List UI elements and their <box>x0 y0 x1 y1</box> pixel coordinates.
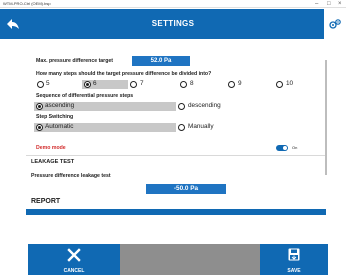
cancel-label: CANCEL <box>63 268 85 274</box>
header-bar: SETTINGS <box>0 9 346 39</box>
target-pressure-label: Max. pressure difference target <box>36 58 113 64</box>
app-window: WTM-PRO-Ctrl (OEM).bsp – □ × SETTINGS Ma… <box>0 0 346 275</box>
sequence-radio-ascending[interactable] <box>36 103 43 110</box>
demo-mode-label: Demo mode <box>36 145 66 151</box>
settings-gears-icon <box>329 19 341 29</box>
steps-radio-8[interactable] <box>180 81 187 88</box>
leakage-pressure-value[interactable]: -50.0 Pa <box>146 184 226 194</box>
steps-radio-10[interactable] <box>276 81 283 88</box>
save-label: SAVE <box>287 268 301 274</box>
steps-option-5: 5 <box>46 80 50 87</box>
steps-question: How many steps should the target pressur… <box>36 71 212 77</box>
divider <box>26 155 326 156</box>
settings-content: Max. pressure difference target 52.0 Pa … <box>26 47 326 216</box>
settings-button[interactable] <box>324 9 346 39</box>
switching-option-automatic: Automatic <box>45 123 74 130</box>
sequence-option-descending: descending <box>188 102 221 109</box>
steps-radio-9[interactable] <box>228 81 235 88</box>
page-title: SETTINGS <box>151 19 195 28</box>
close-window-button[interactable]: × <box>338 0 342 8</box>
sequence-radio-descending[interactable] <box>178 103 185 110</box>
window-titlebar: WTM-PRO-Ctrl (OEM).bsp – □ × <box>0 0 346 8</box>
switching-radio-manually[interactable] <box>178 124 185 131</box>
footer-bar: CANCEL SAVE <box>0 244 346 275</box>
steps-radio-7[interactable] <box>130 81 137 88</box>
maximize-button[interactable]: □ <box>327 0 331 8</box>
steps-option-8: 8 <box>190 80 194 87</box>
switching-radio-automatic[interactable] <box>36 124 43 131</box>
x-icon <box>67 248 81 262</box>
demo-mode-state: On <box>292 145 298 150</box>
report-heading: REPORT <box>31 198 61 205</box>
leakage-test-heading: LEAKAGE TEST <box>31 159 75 165</box>
steps-radio-6[interactable] <box>84 81 91 88</box>
floppy-disk-icon <box>288 248 300 261</box>
toggle-knob <box>282 145 288 151</box>
switching-label: Step Switching <box>36 114 74 120</box>
steps-option-6: 6 <box>93 80 97 87</box>
report-bar <box>26 209 326 215</box>
demo-mode-toggle[interactable] <box>276 145 288 151</box>
steps-option-9: 9 <box>238 80 242 87</box>
steps-radio-5[interactable] <box>37 81 44 88</box>
sequence-option-ascending: ascending <box>45 102 75 109</box>
scrollbar[interactable] <box>325 60 327 175</box>
cancel-button[interactable]: CANCEL <box>28 244 120 275</box>
target-pressure-value[interactable]: 52.0 Pa <box>132 56 190 66</box>
window-title: WTM-PRO-Ctrl (OEM).bsp <box>3 1 51 6</box>
sequence-label: Sequence of differential pressure steps <box>36 93 134 99</box>
save-button[interactable]: SAVE <box>260 244 328 275</box>
steps-option-10: 10 <box>286 80 294 87</box>
steps-option-7: 7 <box>140 80 144 87</box>
leakage-pressure-label: Pressure difference leakage test <box>31 173 111 179</box>
minimize-button[interactable]: – <box>315 0 318 8</box>
footer-spacer <box>120 244 260 275</box>
switching-option-manually: Manually <box>188 123 214 130</box>
